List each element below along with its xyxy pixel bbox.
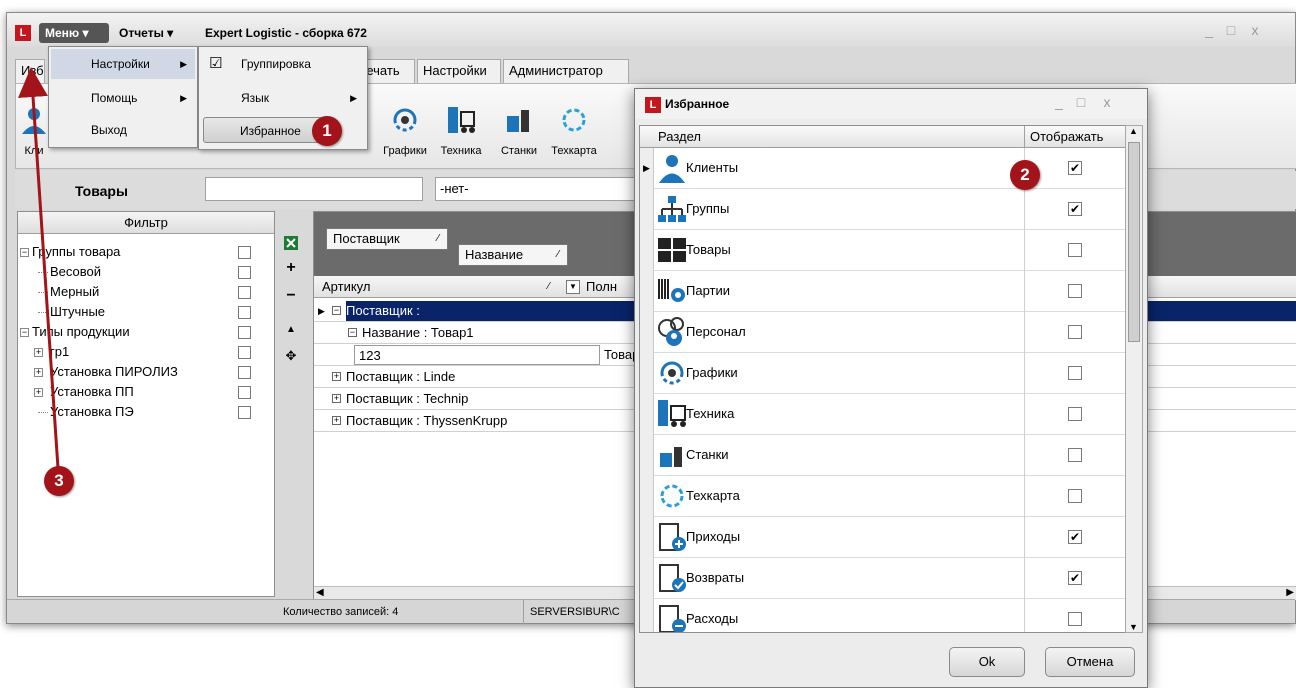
step-badge-2: 2 — [1010, 160, 1040, 190]
step-badge-1: 1 — [312, 116, 342, 146]
step-badge-3: 3 — [44, 466, 74, 496]
annotation-arrow — [18, 67, 60, 469]
